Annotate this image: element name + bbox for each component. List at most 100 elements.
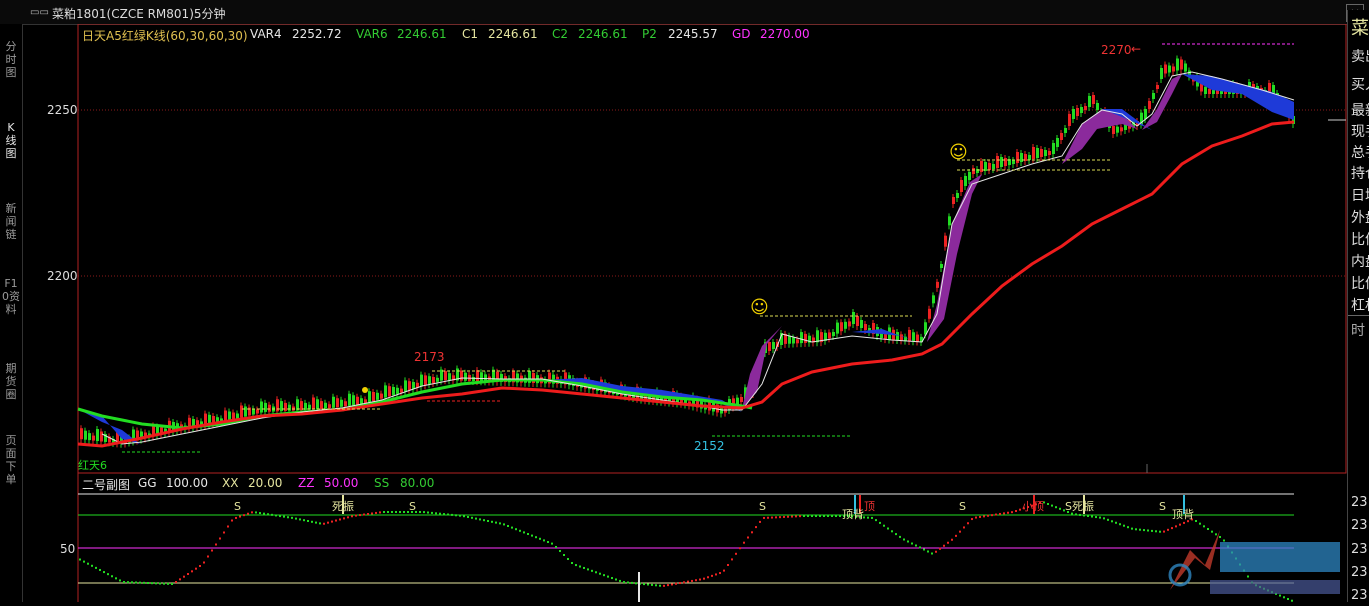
oscillator-dot bbox=[115, 577, 117, 580]
candle-body bbox=[836, 322, 839, 334]
oscillator-dot bbox=[667, 584, 669, 587]
oscillator-dot bbox=[371, 512, 373, 515]
oscillator-dot bbox=[911, 542, 913, 545]
oscillator-dot bbox=[1119, 523, 1121, 526]
tab-kline[interactable]: K线图 bbox=[2, 121, 20, 160]
oscillator-dot bbox=[555, 546, 557, 548]
oscillator-dot bbox=[191, 570, 193, 573]
candle-body bbox=[792, 337, 795, 344]
oscillator-dot bbox=[459, 514, 461, 517]
quote-title: 菜 bbox=[1351, 18, 1369, 39]
oscillator-dot bbox=[243, 514, 245, 517]
oscillator-dot bbox=[951, 538, 953, 541]
oscillator-dot bbox=[507, 525, 509, 527]
candle-body bbox=[796, 339, 799, 344]
oscillator-dot bbox=[871, 516, 873, 519]
oscillator-dot bbox=[111, 575, 113, 578]
oscillator-dot bbox=[323, 522, 325, 525]
oscillator-dot bbox=[907, 540, 909, 543]
oscillator-dot bbox=[139, 581, 141, 584]
candle-body bbox=[320, 401, 323, 410]
oscillator-dot bbox=[451, 513, 453, 516]
candle-body bbox=[1056, 138, 1059, 147]
oscillator-dot bbox=[375, 511, 377, 514]
oscillator-dot bbox=[119, 579, 121, 582]
oscillator-dot bbox=[455, 514, 457, 517]
tab-f10[interactable]: F10资料 bbox=[2, 277, 20, 316]
oscillator-dot bbox=[259, 512, 261, 515]
candle-body bbox=[428, 376, 431, 385]
chart-area[interactable]: 2173 2152 2270 ← 红天6 ☺ ☺ S S S S S 死振 顶背… bbox=[22, 23, 1347, 602]
oscillator-dot bbox=[783, 515, 785, 518]
candle-body bbox=[420, 374, 423, 387]
oscillator-dot bbox=[615, 578, 617, 581]
oscillator-dot bbox=[99, 568, 101, 571]
candle-body bbox=[236, 413, 239, 419]
cloud-band-blue bbox=[1182, 74, 1294, 120]
oscillator-dot bbox=[803, 515, 805, 517]
oscillator-dot bbox=[835, 515, 837, 517]
oscillator-dot bbox=[955, 534, 957, 537]
candle-body bbox=[88, 433, 91, 441]
candle-body bbox=[368, 391, 371, 403]
oscillator-dot bbox=[327, 521, 329, 524]
sub-axis-value: 23 bbox=[1351, 588, 1368, 602]
tab-order[interactable]: 页面下单 bbox=[2, 434, 20, 486]
oscillator-dot bbox=[135, 581, 137, 584]
oscillator-dot bbox=[599, 572, 601, 575]
oscillator-dot bbox=[607, 575, 609, 578]
oscillator-dot bbox=[635, 582, 637, 585]
candle-body bbox=[1060, 133, 1063, 140]
candle-body bbox=[392, 387, 395, 395]
window-icon: ▭▭ bbox=[30, 7, 49, 18]
candle-body bbox=[1120, 127, 1123, 132]
sub-legend-ss-label: SS bbox=[374, 476, 390, 490]
candle-body bbox=[952, 197, 955, 204]
oscillator-dot bbox=[383, 511, 385, 513]
sub-legend-xx-label: XX bbox=[222, 476, 239, 490]
oscillator-dot bbox=[995, 513, 997, 516]
oscillator-dot bbox=[583, 566, 585, 569]
oscillator-dot bbox=[999, 512, 1001, 515]
signal-label: S死振 bbox=[1065, 499, 1094, 513]
candle-body bbox=[460, 370, 463, 381]
oscillator-dot bbox=[167, 582, 169, 585]
tab-news[interactable]: 新闻链 bbox=[2, 202, 20, 241]
candle-body bbox=[260, 401, 263, 413]
candle-body bbox=[900, 334, 903, 341]
oscillator-dot bbox=[483, 519, 485, 522]
oscillator-dot bbox=[895, 533, 897, 536]
candle-body bbox=[316, 399, 319, 410]
oscillator-dot bbox=[291, 516, 293, 519]
oscillator-dot bbox=[675, 582, 677, 585]
candle-body bbox=[724, 408, 727, 413]
oscillator-dot bbox=[647, 583, 649, 586]
oscillator-dot bbox=[339, 518, 341, 521]
oscillator-dot bbox=[335, 519, 337, 522]
oscillator-dot bbox=[791, 515, 793, 518]
oscillator-dot bbox=[83, 560, 85, 563]
tab-futures-circle[interactable]: 期货圈 bbox=[2, 362, 20, 401]
candle-body bbox=[1032, 147, 1035, 159]
candle-body bbox=[772, 342, 775, 349]
annotation-low: 2152 bbox=[694, 439, 725, 453]
oscillator-dot bbox=[695, 579, 697, 582]
oscillator-dot bbox=[363, 513, 365, 516]
oscillator-dot bbox=[215, 543, 217, 546]
oscillator-dot bbox=[975, 516, 977, 519]
quote-row-buy: 买入 bbox=[1351, 77, 1369, 93]
oscillator-dot bbox=[123, 581, 125, 584]
title-bar: ▭▭ 菜粕1801(CZCE RM801)5分钟 × bbox=[0, 0, 1369, 25]
tab-timeshare[interactable]: 分时图 bbox=[2, 40, 20, 79]
oscillator-dot bbox=[943, 544, 945, 547]
oscillator-dot bbox=[623, 581, 625, 584]
oscillator-dot bbox=[435, 512, 437, 515]
oscillator-dot bbox=[207, 555, 209, 558]
oscillator-dot bbox=[879, 521, 881, 524]
oscillator-dot bbox=[867, 516, 869, 519]
oscillator-dot bbox=[1011, 511, 1013, 514]
candle-body bbox=[896, 332, 899, 341]
oscillator-dot bbox=[815, 515, 817, 517]
oscillator-dot bbox=[991, 514, 993, 517]
legend-c2-label: C2 bbox=[552, 27, 569, 41]
